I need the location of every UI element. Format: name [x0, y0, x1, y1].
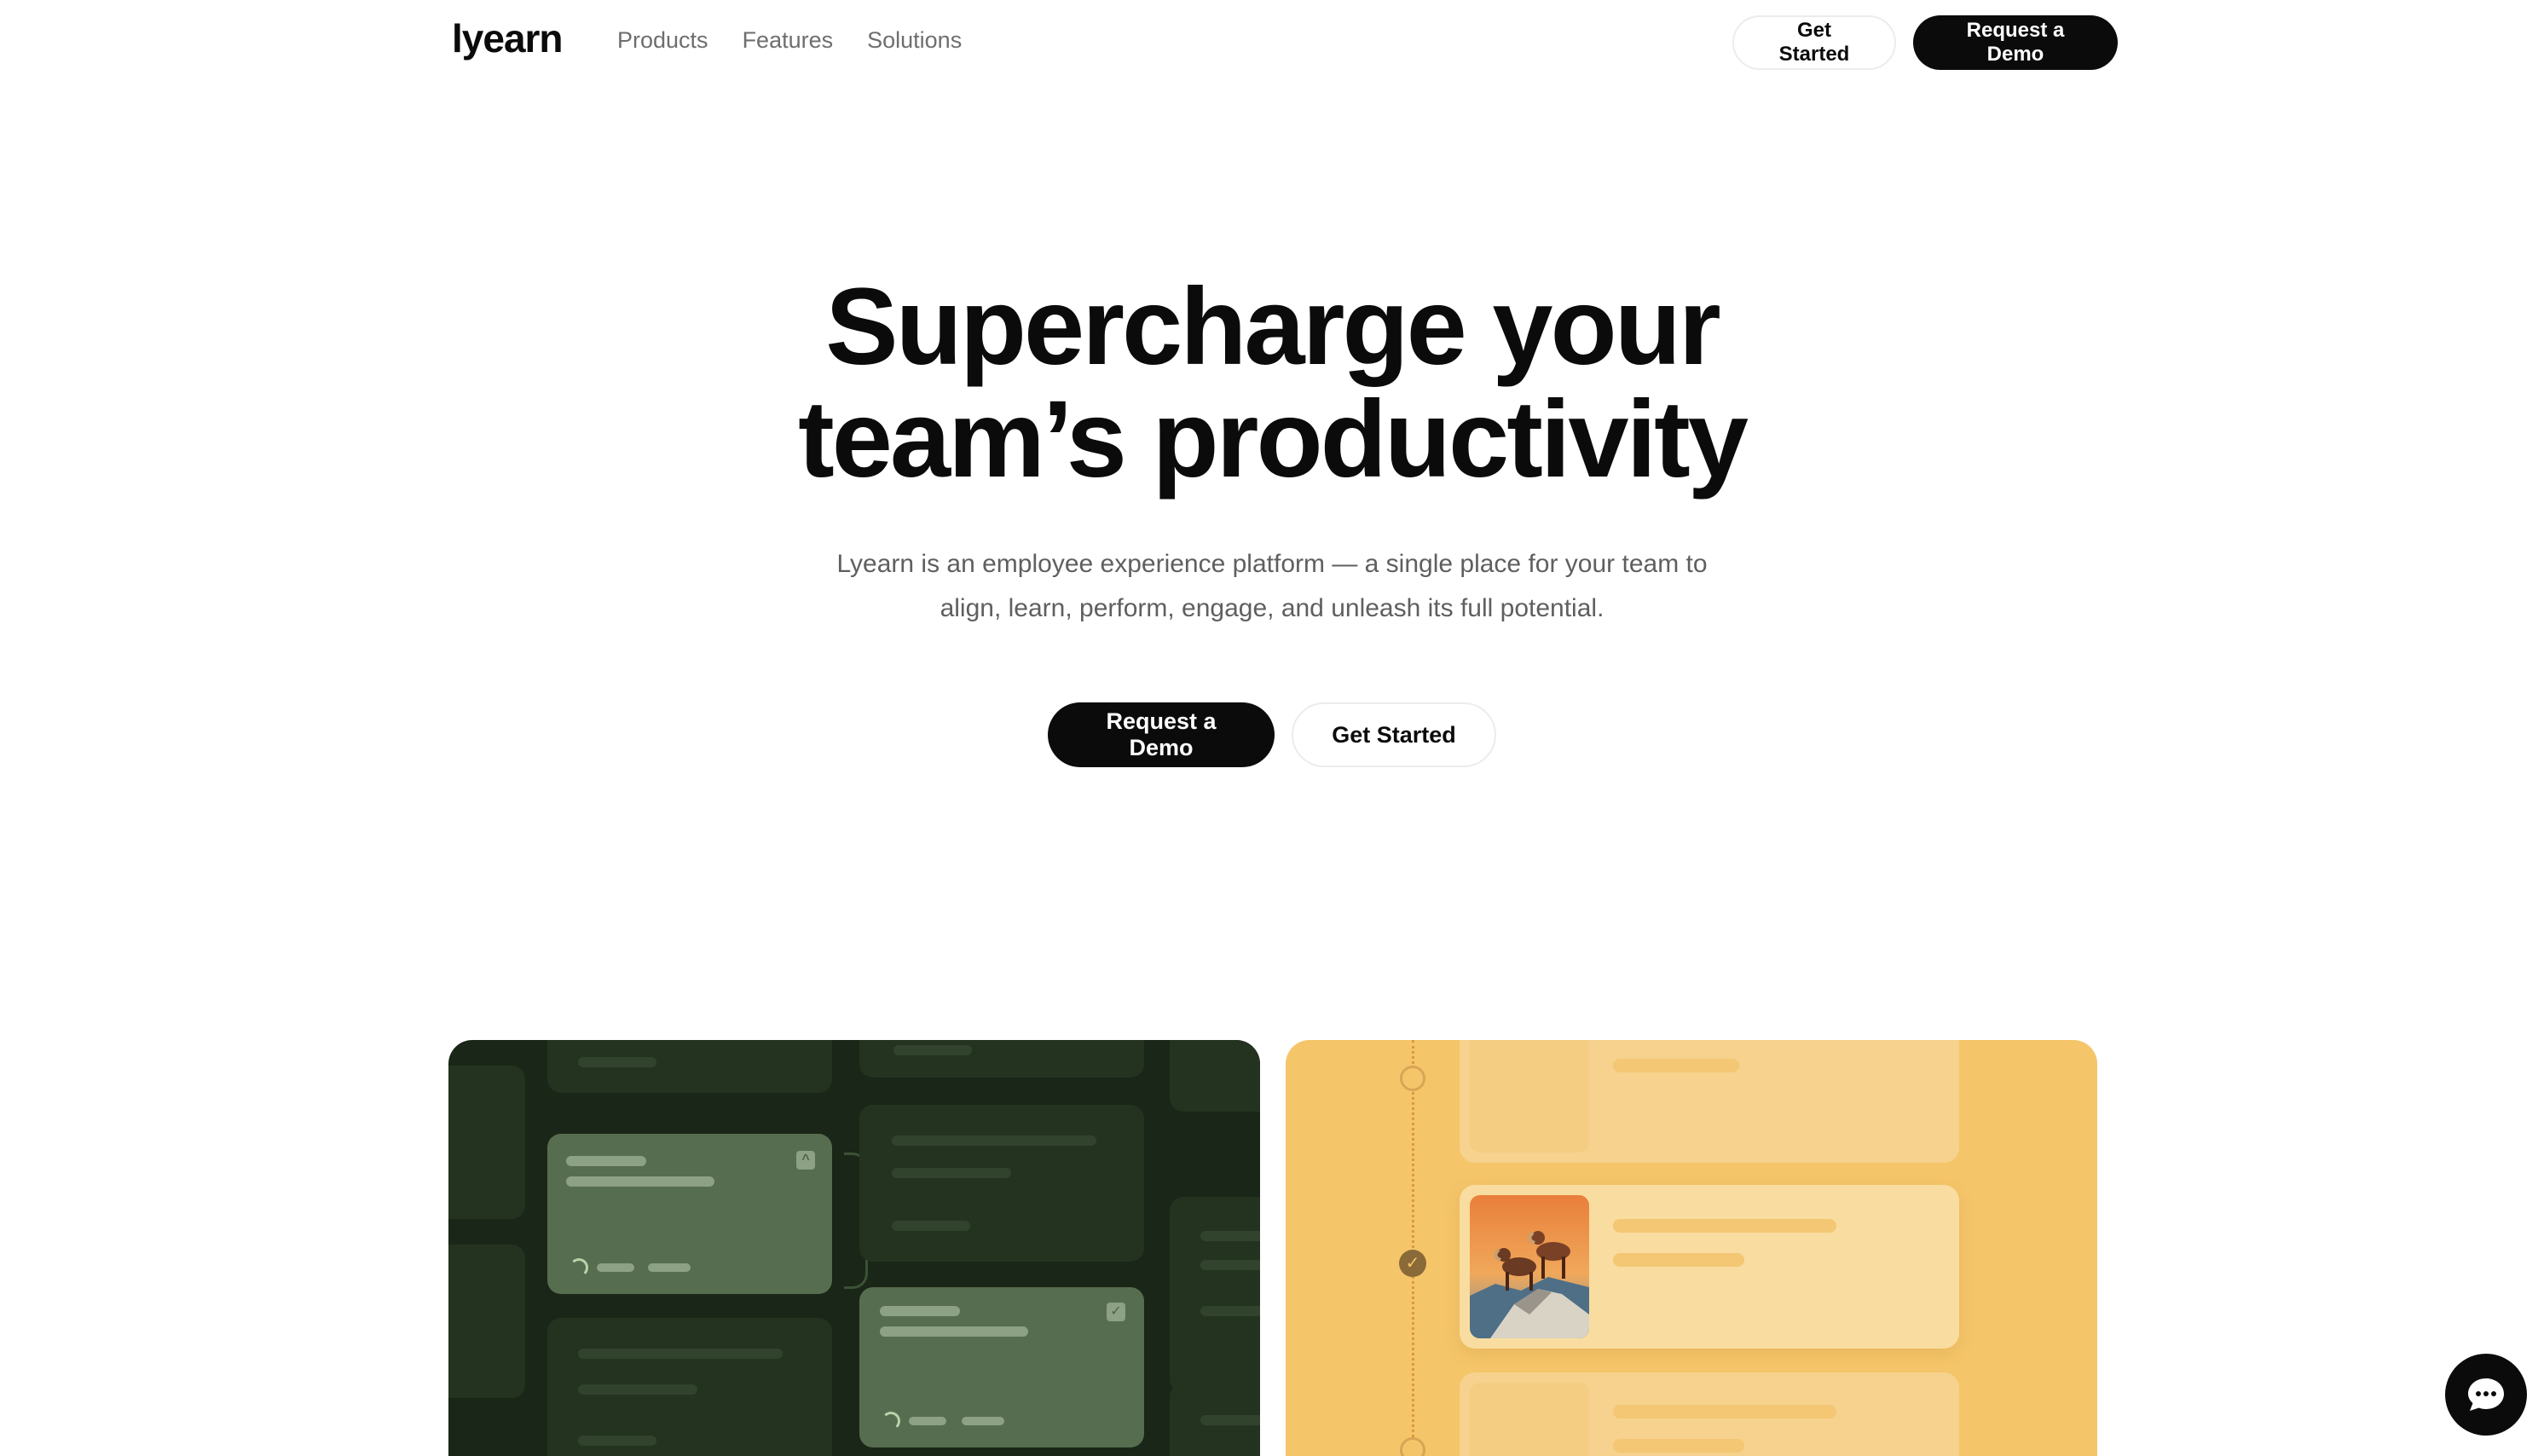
board-tile — [1170, 1383, 1260, 1456]
lesson-card — [1460, 1372, 1959, 1456]
nav-request-demo-button[interactable]: Request a Demo — [1913, 15, 2118, 70]
board-tile — [1170, 1040, 1260, 1112]
board-task-card-completed: ✓ — [859, 1287, 1144, 1447]
chat-launcher-button[interactable] — [2445, 1354, 2527, 1436]
hero-title-line-1: Supercharge your — [825, 266, 1720, 388]
placeholder-bar — [1613, 1253, 1744, 1267]
tasks-board-illustration: ^ ✓ — [448, 1040, 1260, 1456]
nav-link-solutions[interactable]: Solutions — [867, 27, 962, 54]
hero-cta-group: Request a Demo Get Started — [0, 702, 2544, 767]
placeholder-bar — [578, 1384, 697, 1395]
board-tile — [547, 1040, 832, 1093]
page: lyearn Products Features Solutions Get S… — [0, 0, 2544, 1456]
placeholder-bar — [893, 1045, 972, 1055]
placeholder-bar — [1613, 1059, 1739, 1072]
hero-title: Supercharge your team’s productivity — [0, 271, 2544, 496]
board-tile — [859, 1105, 1144, 1262]
placeholder-bar — [892, 1135, 1096, 1146]
placeholder-bar — [578, 1057, 656, 1067]
placeholder-bar — [1613, 1219, 1836, 1233]
bighorn-sheep-artwork — [1470, 1195, 1589, 1338]
hero-subtitle-line-1: Lyearn is an employee experience platfor… — [836, 550, 1708, 578]
chevrons-up-icon: ^ — [796, 1151, 815, 1170]
placeholder-bar — [1200, 1415, 1260, 1425]
nav-get-started-button[interactable]: Get Started — [1732, 15, 1896, 70]
check-icon: ✓ — [1399, 1250, 1426, 1277]
placeholder-bar — [648, 1263, 691, 1272]
board-task-card-highlighted: ^ — [547, 1134, 832, 1294]
placeholder-bar — [880, 1306, 960, 1316]
placeholder-bar — [566, 1156, 646, 1166]
timeline-step-pending-icon — [1400, 1437, 1425, 1456]
lesson-thumbnail — [1470, 1040, 1589, 1153]
timeline-step-pending-icon — [1400, 1066, 1425, 1091]
lesson-card — [1460, 1040, 1959, 1163]
board-tile — [1170, 1197, 1260, 1393]
board-tile — [448, 1245, 525, 1398]
lyearn-logo[interactable]: lyearn — [452, 15, 564, 61]
lesson-thumbnail — [1470, 1383, 1589, 1456]
hero-get-started-button[interactable]: Get Started — [1292, 702, 1496, 767]
placeholder-bar — [1200, 1231, 1260, 1241]
hero-subtitle-line-2: align, learn, perform, engage, and unlea… — [940, 594, 1604, 622]
board-tile — [859, 1040, 1144, 1078]
placeholder-bar — [1613, 1439, 1744, 1453]
placeholder-bar — [1200, 1306, 1260, 1316]
progress-spinner-icon — [882, 1412, 900, 1430]
placeholder-bar — [892, 1221, 970, 1231]
placeholder-bar — [880, 1326, 1028, 1337]
placeholder-bar — [962, 1417, 1004, 1425]
board-tile — [448, 1066, 525, 1219]
placeholder-bar — [578, 1436, 656, 1446]
placeholder-bar — [566, 1176, 714, 1187]
chat-bubble-icon — [2468, 1378, 2504, 1411]
placeholder-bar — [909, 1417, 946, 1425]
check-icon: ✓ — [1107, 1303, 1125, 1321]
board-tile — [547, 1318, 832, 1456]
progress-spinner-icon — [570, 1258, 588, 1277]
placeholder-bar — [892, 1168, 1011, 1178]
hero-subtitle: Lyearn is an employee experience platfor… — [0, 542, 2544, 631]
placeholder-bar — [1200, 1260, 1260, 1270]
nav-link-products[interactable]: Products — [617, 27, 708, 54]
hero-title-line-2: team’s productivity — [798, 378, 1749, 500]
nav-links: Products Features Solutions — [617, 27, 962, 54]
nav-actions: Get Started Request a Demo — [1732, 15, 2118, 70]
timeline-line — [1412, 1040, 1414, 1456]
placeholder-bar — [578, 1349, 783, 1359]
lesson-card-active — [1460, 1185, 1959, 1349]
nav-link-features[interactable]: Features — [743, 27, 834, 54]
placeholder-bar — [1613, 1405, 1836, 1418]
top-nav: lyearn Products Features Solutions Get S… — [0, 0, 2544, 85]
learning-path-illustration: ✓ — [1286, 1040, 2097, 1456]
hero-request-demo-button[interactable]: Request a Demo — [1048, 702, 1275, 767]
placeholder-bar — [597, 1263, 634, 1272]
